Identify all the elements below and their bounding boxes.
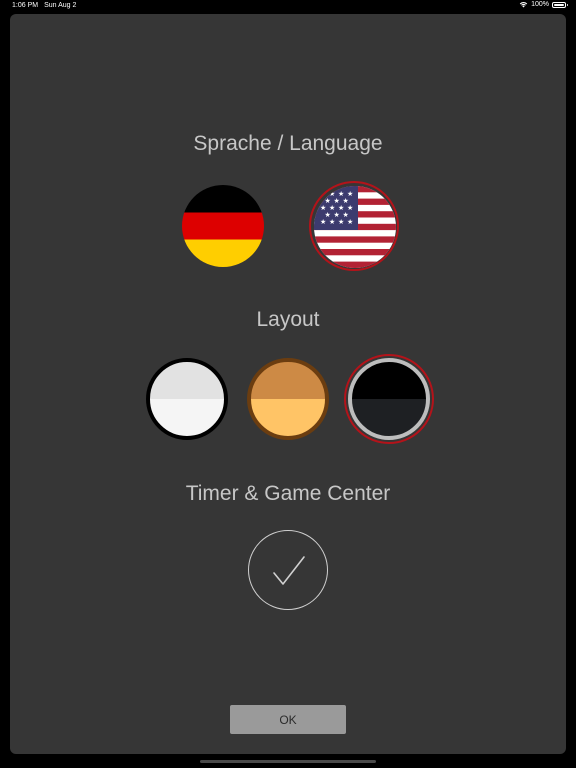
screen: 1:06 PM Sun Aug 2 100% Sprache / Languag… bbox=[0, 0, 576, 768]
svg-text:★: ★ bbox=[338, 218, 344, 226]
language-title: Sprache / Language bbox=[193, 132, 383, 155]
orange-theme-button[interactable] bbox=[247, 358, 329, 440]
timer-title: Timer & Game Center bbox=[185, 482, 391, 505]
svg-text:★: ★ bbox=[329, 218, 335, 226]
wifi-icon bbox=[519, 2, 528, 8]
home-indicator[interactable] bbox=[200, 760, 376, 763]
status-right: 100% bbox=[519, 1, 568, 8]
light-theme-button[interactable] bbox=[146, 358, 228, 440]
us-flag-button[interactable]: ★ ★ ★ ★ ★ ★ ★ ★ ★ ★ ★ ★ ★ ★ ★ ★ ★ ★ bbox=[309, 181, 399, 271]
timer-toggle-button[interactable] bbox=[248, 530, 328, 610]
svg-text:★: ★ bbox=[347, 218, 353, 226]
status-date: Sun Aug 2 bbox=[44, 2, 77, 9]
status-bar: 1:06 PM Sun Aug 2 100% bbox=[0, 0, 576, 12]
battery-icon bbox=[552, 1, 568, 8]
battery-percent: 100% bbox=[531, 1, 549, 8]
status-time: 1:06 PM bbox=[12, 2, 39, 9]
svg-text:★: ★ bbox=[320, 218, 326, 226]
svg-text:★: ★ bbox=[320, 190, 326, 198]
checkmark-icon bbox=[273, 556, 305, 585]
german-flag-button[interactable] bbox=[182, 185, 264, 267]
dark-theme-button[interactable] bbox=[344, 354, 434, 444]
settings-sheet: Sprache / Language ★ ★ ★ ★ ★ ★ ★ ★ ★ ★ ★… bbox=[10, 14, 566, 754]
dark-theme-swatch bbox=[348, 358, 430, 440]
us-flag-icon: ★ ★ ★ ★ ★ ★ ★ ★ ★ ★ ★ ★ ★ ★ ★ ★ ★ ★ bbox=[314, 186, 396, 268]
ok-button[interactable]: OK bbox=[230, 705, 346, 734]
layout-title: Layout bbox=[256, 308, 320, 331]
status-left: 1:06 PM Sun Aug 2 bbox=[12, 2, 76, 9]
